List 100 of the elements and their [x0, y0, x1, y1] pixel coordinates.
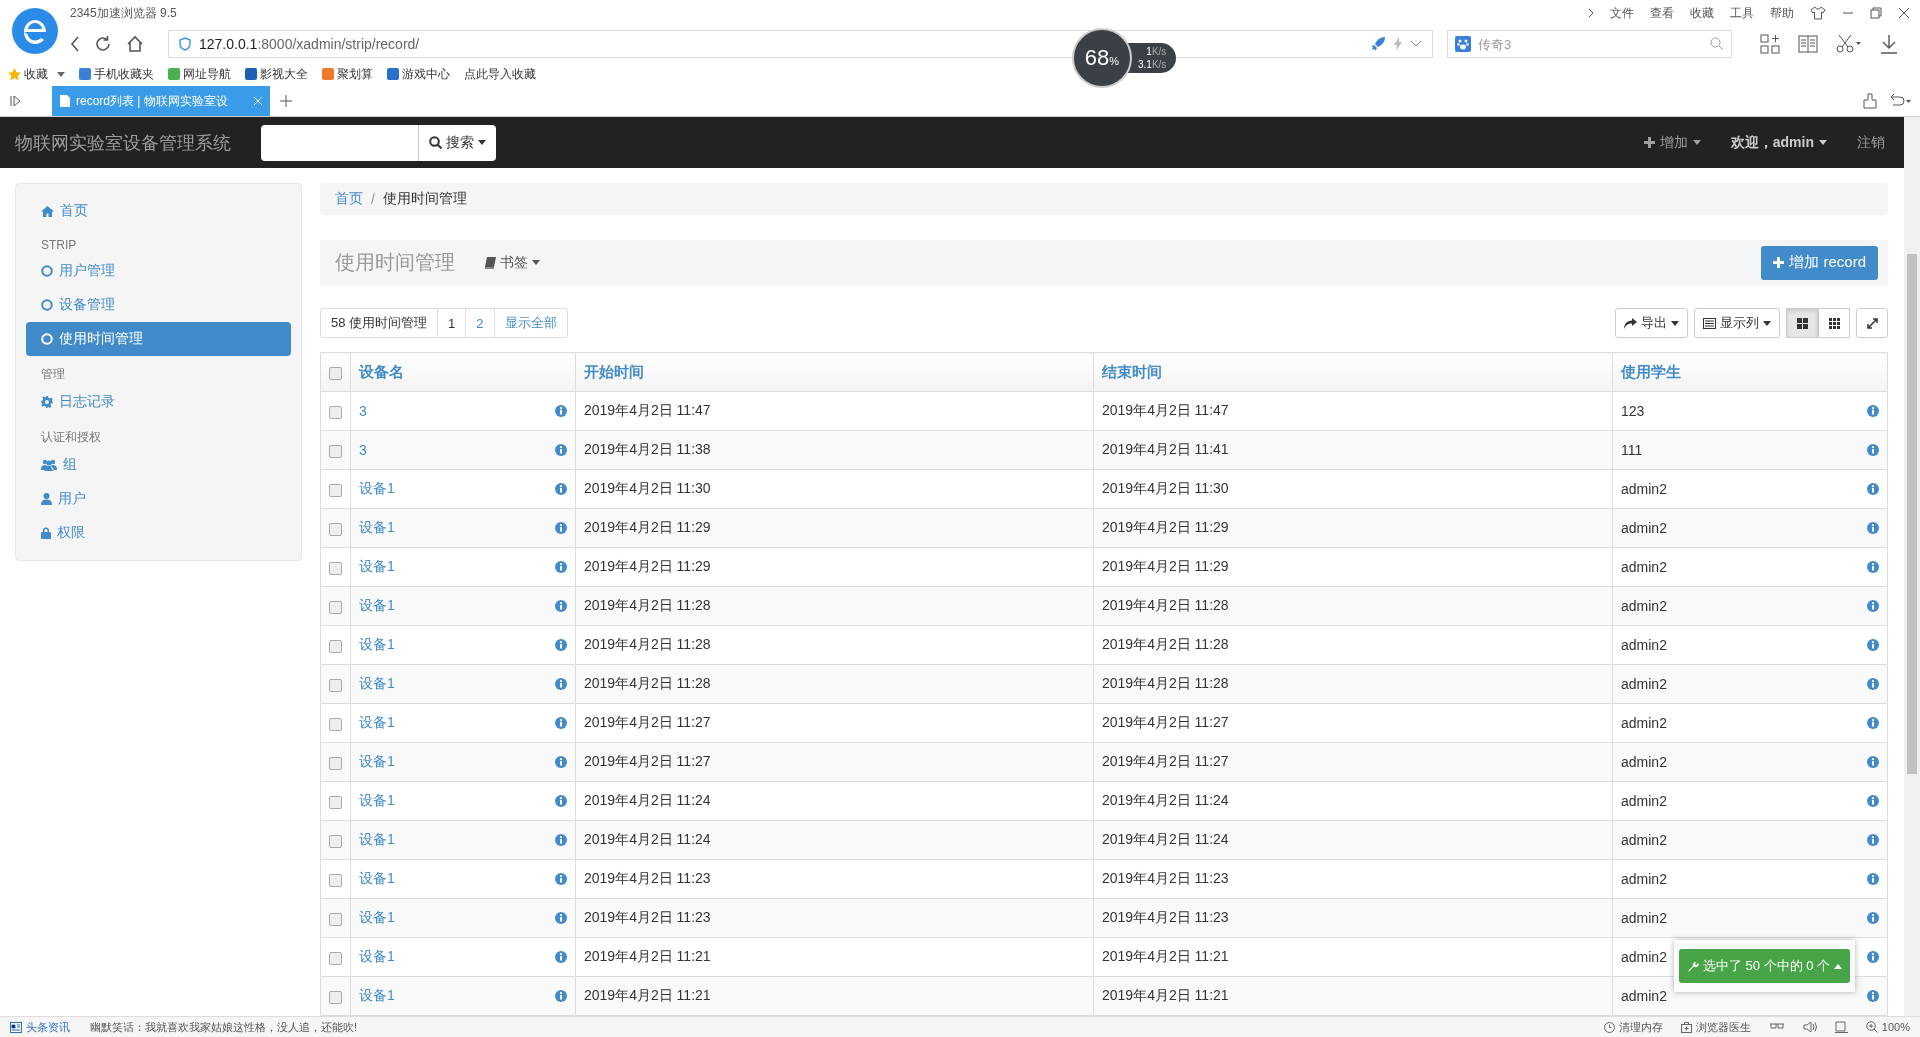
- menu-item[interactable]: 帮助: [1770, 4, 1794, 22]
- device-link[interactable]: 设备1: [359, 714, 395, 732]
- bookmark-link[interactable]: 点此导入收藏: [464, 65, 536, 83]
- device-link[interactable]: 设备1: [359, 792, 395, 810]
- table-cell: 2019年4月2日 11:24: [1093, 781, 1613, 821]
- bookmark-link[interactable]: 手机收藏夹: [94, 65, 154, 83]
- device-link[interactable]: 3: [359, 442, 367, 458]
- status-item[interactable]: 浏览器医生: [1695, 1019, 1751, 1035]
- device-link[interactable]: 设备1: [359, 636, 395, 654]
- table-cell: 2019年4月2日 11:27: [1093, 742, 1613, 782]
- device-link[interactable]: 设备1: [359, 948, 395, 966]
- selection-actions-button[interactable]: 选中了 50 个中的 0 个: [1679, 949, 1851, 983]
- breadcrumb-separator: /: [371, 190, 375, 207]
- status-item[interactable]: 清理内存: [1618, 1019, 1663, 1035]
- sidebar-item[interactable]: 权限: [26, 516, 291, 550]
- table-cell: 111: [1621, 442, 1643, 458]
- export-button[interactable]: 导出: [1615, 308, 1688, 338]
- column-header[interactable]: 设备名: [350, 352, 576, 392]
- table-cell: 2019年4月2日 11:47: [1093, 391, 1613, 431]
- device-link[interactable]: 设备1: [359, 870, 395, 888]
- table-cell: admin2: [1621, 910, 1667, 926]
- device-link[interactable]: 设备1: [359, 909, 395, 927]
- search-field[interactable]: 传奇3: [1447, 30, 1732, 58]
- bookmark-link[interactable]: 收藏: [24, 65, 48, 83]
- browser-tab[interactable]: record列表 | 物联网实验室设: [52, 86, 270, 116]
- sidebar-heading: 管理: [40, 366, 66, 383]
- news-label[interactable]: 头条资讯: [26, 1019, 70, 1035]
- table-cell: admin2: [1621, 637, 1667, 653]
- menu-item[interactable]: 查看: [1650, 4, 1674, 22]
- table-cell: admin2: [1621, 949, 1667, 965]
- table-cell: 2019年4月2日 11:27: [575, 742, 1094, 782]
- sidebar-item[interactable]: 组: [26, 448, 291, 482]
- table-cell: 2019年4月2日 11:28: [575, 625, 1094, 665]
- column-header[interactable]: 结束时间: [1093, 352, 1613, 392]
- column-header[interactable]: 开始时间: [575, 352, 1094, 392]
- page-link[interactable]: 2: [465, 309, 494, 337]
- table-cell: admin2: [1621, 754, 1667, 770]
- table-cell: admin2: [1621, 988, 1667, 1004]
- table-cell: 2019年4月2日 11:28: [1093, 664, 1613, 704]
- sidebar-heading: STRIP: [40, 237, 78, 254]
- table-cell: 2019年4月2日 11:21: [575, 976, 1094, 1016]
- sidebar-item[interactable]: 首页: [26, 194, 291, 228]
- table-cell: admin2: [1621, 559, 1667, 575]
- table-cell: admin2: [1621, 598, 1667, 614]
- table-cell: 2019年4月2日 11:27: [1093, 703, 1613, 743]
- table-cell: admin2: [1621, 871, 1667, 887]
- device-link[interactable]: 设备1: [359, 987, 395, 1005]
- table-cell: 2019年4月2日 11:29: [1093, 547, 1613, 587]
- bookmark-link[interactable]: 网址导航: [183, 65, 231, 83]
- column-header[interactable]: 使用学生: [1612, 352, 1888, 392]
- table-cell: 2019年4月2日 11:27: [575, 703, 1094, 743]
- record-count: 58 使用时间管理: [330, 314, 429, 332]
- sidebar-heading: 认证和授权: [40, 429, 102, 446]
- table-cell: 2019年4月2日 11:29: [575, 547, 1094, 587]
- download-speed: 3.1K/s: [1138, 59, 1167, 70]
- table-cell: 123: [1621, 403, 1645, 419]
- table-cell: admin2: [1621, 481, 1667, 497]
- menu-item[interactable]: 收藏: [1690, 4, 1714, 22]
- show-all-link[interactable]: 显示全部: [493, 309, 567, 337]
- device-link[interactable]: 3: [359, 403, 367, 419]
- sidebar-item[interactable]: 用户管理: [26, 254, 291, 288]
- table-cell: 2019年4月2日 11:21: [575, 937, 1094, 977]
- search-button[interactable]: 搜索: [418, 124, 496, 161]
- device-link[interactable]: 设备1: [359, 597, 395, 615]
- sidebar-item[interactable]: 使用时间管理: [26, 322, 291, 356]
- table-cell: 2019年4月2日 11:47: [575, 391, 1094, 431]
- bookmark-link[interactable]: 聚划算: [337, 65, 373, 83]
- sidebar-item[interactable]: 设备管理: [26, 288, 291, 322]
- breadcrumb-item[interactable]: 首页: [335, 189, 363, 208]
- table-cell: 2019年4月2日 11:29: [1093, 508, 1613, 548]
- device-link[interactable]: 设备1: [359, 519, 395, 537]
- sidebar-item[interactable]: 日志记录: [26, 385, 291, 419]
- table-cell: admin2: [1621, 793, 1667, 809]
- memory-gauge[interactable]: 68%: [1072, 28, 1132, 88]
- columns-button[interactable]: 显示列: [1694, 308, 1780, 338]
- site-brand[interactable]: 物联网实验室设备管理系统: [15, 130, 261, 155]
- bookmark-dropdown[interactable]: 书签: [485, 253, 540, 272]
- device-link[interactable]: 设备1: [359, 480, 395, 498]
- device-link[interactable]: 设备1: [359, 675, 395, 693]
- add-menu[interactable]: 增加: [1643, 133, 1701, 152]
- news-ticker[interactable]: 幽默笑话：我就喜欢我家姑娘这性格，没人追，还能吹!: [90, 1019, 358, 1035]
- table-cell: 2019年4月2日 11:21: [1093, 976, 1613, 1016]
- table-cell: 2019年4月2日 11:23: [575, 898, 1094, 938]
- device-link[interactable]: 设备1: [359, 753, 395, 771]
- zoom-level[interactable]: 100%: [1881, 1021, 1910, 1033]
- table-cell: 2019年4月2日 11:41: [1093, 430, 1613, 470]
- menu-item[interactable]: 文件: [1610, 4, 1634, 22]
- table-cell: 2019年4月2日 11:38: [575, 430, 1094, 470]
- user-menu[interactable]: 欢迎，admin: [1730, 133, 1827, 152]
- device-link[interactable]: 设备1: [359, 558, 395, 576]
- device-link[interactable]: 设备1: [359, 831, 395, 849]
- page-link[interactable]: 1: [437, 309, 466, 337]
- table-cell: 2019年4月2日 11:24: [575, 820, 1094, 860]
- add-record-button[interactable]: 增加 record: [1761, 245, 1878, 280]
- table-cell: 2019年4月2日 11:24: [575, 781, 1094, 821]
- sidebar-item[interactable]: 用户: [26, 482, 291, 516]
- bookmark-link[interactable]: 影视大全: [260, 65, 308, 83]
- menu-item[interactable]: 工具: [1730, 4, 1754, 22]
- logout-link[interactable]: 注销: [1857, 133, 1885, 152]
- bookmark-link[interactable]: 游戏中心: [402, 65, 450, 83]
